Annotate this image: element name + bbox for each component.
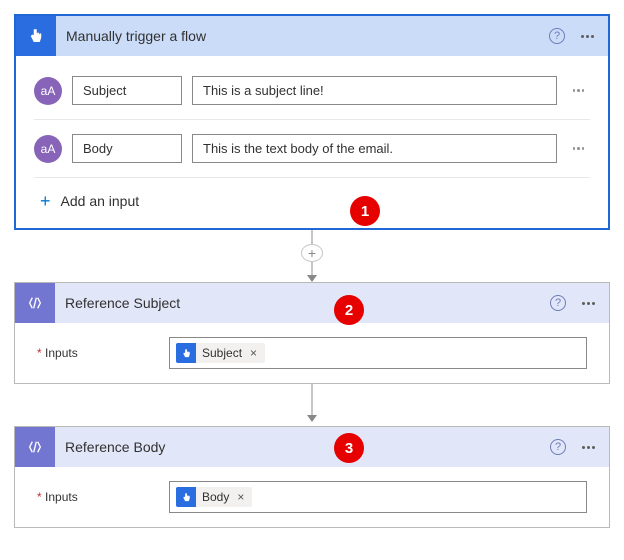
add-input-label: Add an input (61, 193, 140, 209)
trigger-menu-button[interactable] (575, 29, 600, 44)
arrow-down-icon (307, 415, 317, 422)
input-value-field[interactable]: This is a subject line! (192, 76, 557, 105)
action-menu-button[interactable] (576, 296, 601, 311)
trigger-input-row: aA Body This is the text body of the ema… (34, 120, 590, 178)
inputs-label: Inputs (37, 346, 169, 360)
flow-canvas: 1 2 3 Manually trigger a flow ? aA Subje… (14, 14, 610, 528)
inputs-label: Inputs (37, 490, 169, 504)
text-type-icon: aA (34, 135, 62, 163)
trigger-input-row: aA Subject This is a subject line! (34, 62, 590, 120)
add-input-button[interactable]: + Add an input (34, 178, 590, 214)
compose-icon (15, 427, 55, 467)
trigger-body: aA Subject This is a subject line! aA Bo… (16, 56, 608, 228)
annotation-marker-3: 3 (334, 433, 364, 463)
token-remove-button[interactable]: × (248, 346, 265, 360)
token-remove-button[interactable]: × (235, 490, 252, 504)
input-row-menu-button[interactable] (567, 83, 591, 98)
flow-connector: + (14, 230, 610, 282)
inputs-field[interactable]: Body × (169, 481, 587, 513)
annotation-marker-2: 2 (334, 295, 364, 325)
action-card-reference-body[interactable]: Reference Body ? Inputs Body × (14, 426, 610, 528)
dynamic-content-token[interactable]: Body × (176, 487, 252, 507)
input-row-menu-button[interactable] (567, 141, 591, 156)
annotation-marker-1: 1 (350, 196, 380, 226)
add-step-button[interactable]: + (301, 244, 323, 262)
token-label: Body (196, 490, 235, 504)
arrow-down-icon (307, 275, 317, 282)
action-body: Inputs Body × (15, 467, 609, 527)
action-card-reference-subject[interactable]: Reference Subject ? Inputs Subject × (14, 282, 610, 384)
action-body: Inputs Subject × (15, 323, 609, 383)
text-type-icon: aA (34, 77, 62, 105)
manual-trigger-icon (176, 487, 196, 507)
input-name-field[interactable]: Body (72, 134, 182, 163)
trigger-card[interactable]: Manually trigger a flow ? aA Subject Thi… (14, 14, 610, 230)
input-name-field[interactable]: Subject (72, 76, 182, 105)
token-label: Subject (196, 346, 248, 360)
manual-trigger-icon (176, 343, 196, 363)
action-header[interactable]: Reference Body ? (15, 427, 609, 467)
help-icon[interactable]: ? (550, 439, 566, 455)
trigger-title: Manually trigger a flow (66, 28, 549, 44)
plus-icon: + (40, 192, 51, 210)
action-title: Reference Subject (65, 295, 550, 311)
action-header[interactable]: Reference Subject ? (15, 283, 609, 323)
compose-icon (15, 283, 55, 323)
trigger-header[interactable]: Manually trigger a flow ? (16, 16, 608, 56)
inputs-field[interactable]: Subject × (169, 337, 587, 369)
help-icon[interactable]: ? (549, 28, 565, 44)
action-title: Reference Body (65, 439, 550, 455)
manual-trigger-icon (16, 16, 56, 56)
dynamic-content-token[interactable]: Subject × (176, 343, 265, 363)
input-value-field[interactable]: This is the text body of the email. (192, 134, 557, 163)
action-menu-button[interactable] (576, 440, 601, 455)
flow-connector (14, 384, 610, 426)
help-icon[interactable]: ? (550, 295, 566, 311)
